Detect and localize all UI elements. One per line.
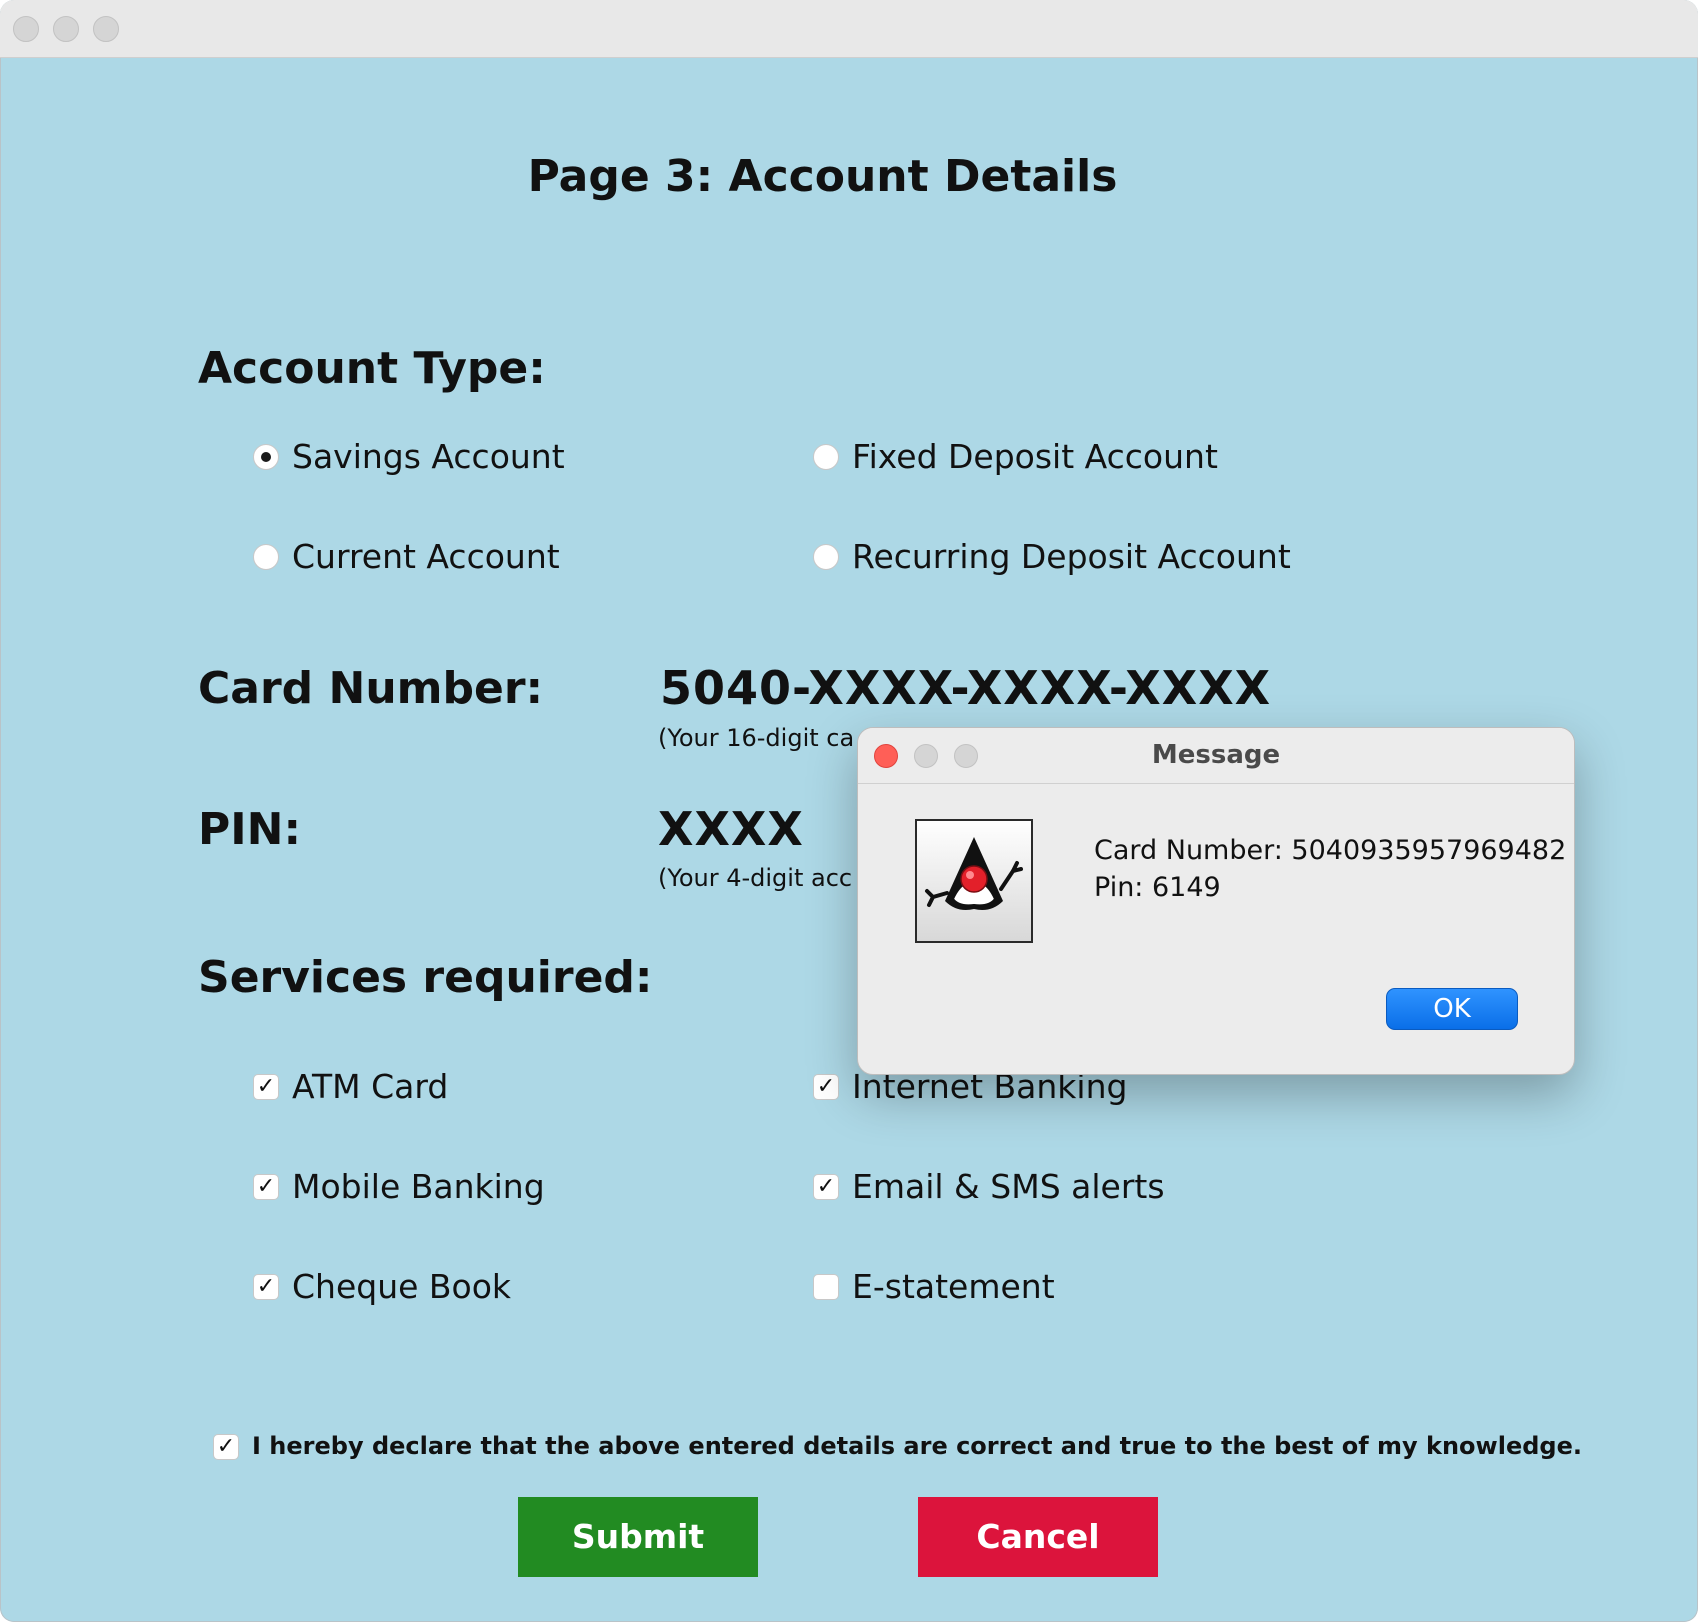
- radio-label: Fixed Deposit Account: [852, 437, 1218, 476]
- declaration-checkbox[interactable]: ✓: [213, 1434, 239, 1460]
- checkbox[interactable]: [813, 1274, 839, 1300]
- radio-label: Savings Account: [292, 437, 565, 476]
- pin-value: XXXX: [658, 802, 804, 856]
- checkbox[interactable]: ✓: [813, 1074, 839, 1100]
- radio-label: Current Account: [292, 537, 560, 576]
- checkbox-label: E-statement: [852, 1267, 1055, 1306]
- dialog-card-number-text: Card Number: 5040935957969482: [1094, 835, 1567, 866]
- checkbox-label: Email & SMS alerts: [852, 1167, 1165, 1206]
- checkbox[interactable]: ✓: [253, 1274, 279, 1300]
- message-dialog: Message Card Number: 5040935957969482 Pi…: [857, 727, 1575, 1075]
- main-window: Page 3: Account Details Account Type: Sa…: [0, 0, 1698, 1622]
- radio-label: Recurring Deposit Account: [852, 537, 1291, 576]
- minimize-window-button[interactable]: [53, 16, 79, 42]
- page-title: Page 3: Account Details: [527, 151, 1118, 202]
- declaration-text: I hereby declare that the above entered …: [252, 1432, 1582, 1460]
- checkbox-label: ATM Card: [292, 1067, 449, 1106]
- zoom-window-button[interactable]: [93, 16, 119, 42]
- dialog-titlebar: Message: [858, 728, 1574, 784]
- radio-button[interactable]: [813, 444, 839, 470]
- pin-hint: (Your 4-digit acc: [658, 864, 853, 892]
- radio-button[interactable]: [813, 544, 839, 570]
- java-duke-icon: [915, 819, 1033, 943]
- card-number-heading: Card Number:: [198, 663, 544, 714]
- account-type-heading: Account Type:: [198, 343, 546, 394]
- card-number-hint: (Your 16-digit ca: [658, 724, 855, 752]
- pin-heading: PIN:: [198, 804, 302, 855]
- checkbox-label: Cheque Book: [292, 1267, 512, 1306]
- checkbox-label: Mobile Banking: [292, 1167, 545, 1206]
- radio-button[interactable]: [253, 544, 279, 570]
- close-window-button[interactable]: [13, 16, 39, 42]
- checkbox[interactable]: ✓: [253, 1074, 279, 1100]
- java-duke-icon-graphic: [925, 837, 1023, 910]
- checkbox[interactable]: ✓: [253, 1174, 279, 1200]
- ok-button[interactable]: OK: [1386, 988, 1518, 1030]
- dialog-title: Message: [1151, 740, 1281, 770]
- radio-button[interactable]: [253, 444, 279, 470]
- checkbox[interactable]: ✓: [813, 1174, 839, 1200]
- card-number-value: 5040-XXXX-XXXX-XXXX: [660, 661, 1272, 715]
- dialog-pin-text: Pin: 6149: [1094, 872, 1221, 903]
- window-titlebar: [0, 0, 1698, 58]
- cancel-button[interactable]: Cancel: [918, 1497, 1158, 1577]
- services-heading: Services required:: [198, 952, 653, 1003]
- submit-button[interactable]: Submit: [518, 1497, 758, 1577]
